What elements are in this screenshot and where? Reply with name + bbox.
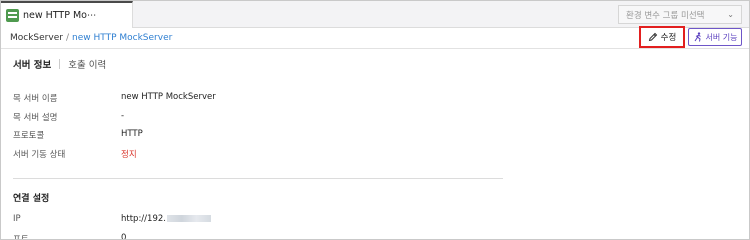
mock-server-icon [6,9,19,22]
server-function-label: 서버 기능 [705,32,738,42]
info-value: HTTP [121,129,143,139]
status-value: 정지 [121,150,137,160]
breadcrumb: MockServer / new HTTP MockServer [10,33,172,43]
ip-value-text: http://192. [121,214,166,224]
pencil-icon [648,32,657,42]
breadcrumb-separator: / [65,33,69,43]
breadcrumb-current[interactable]: new HTTP MockServer [72,33,172,43]
port-label: 포트 [13,235,29,240]
info-label: 프로토콜 [13,131,45,141]
info-label: 서버 기동 상태 [13,150,66,160]
chevron-down-icon: ⌄ [727,10,734,19]
tab-mock-server[interactable]: new HTTP Mo⋯ [1,1,133,28]
breadcrumb-root[interactable]: MockServer [10,33,63,43]
detail-tabs: 서버 정보 호출 이력 [13,57,106,71]
info-value: new HTTP MockServer [121,92,216,102]
tab-call-history[interactable]: 호출 이력 [68,57,106,71]
app-window: new HTTP Mo⋯ 환경 변수 그룹 미선택 ⌄ MockServer / n… [0,0,750,240]
info-value: - [121,111,125,121]
breadcrumb-bar: MockServer / new HTTP MockServer [1,28,749,49]
running-person-icon [694,32,701,42]
redacted-mask [166,215,211,222]
section-divider [13,178,503,179]
edit-button-label: 수정 [660,33,677,43]
env-select-placeholder: 환경 변수 그룹 미선택 [626,10,705,21]
tab-server-info[interactable]: 서버 정보 [13,57,51,71]
info-label: 목 서버 설명 [13,113,58,123]
ip-label: IP [13,214,21,224]
server-function-button[interactable]: 서버 기능 [688,28,742,46]
info-label: 목 서버 이름 [13,94,58,104]
connection-settings-title: 연결 설정 [13,194,50,204]
tab-divider [59,59,61,69]
ip-value: http://192. [121,214,211,224]
port-value: 0 [121,233,127,240]
tab-label: new HTTP Mo⋯ [23,10,97,21]
edit-button[interactable]: 수정 [639,26,685,48]
top-bar: new HTTP Mo⋯ 환경 변수 그룹 미선택 ⌄ [1,1,749,28]
env-variable-group-select[interactable]: 환경 변수 그룹 미선택 ⌄ [618,5,742,24]
